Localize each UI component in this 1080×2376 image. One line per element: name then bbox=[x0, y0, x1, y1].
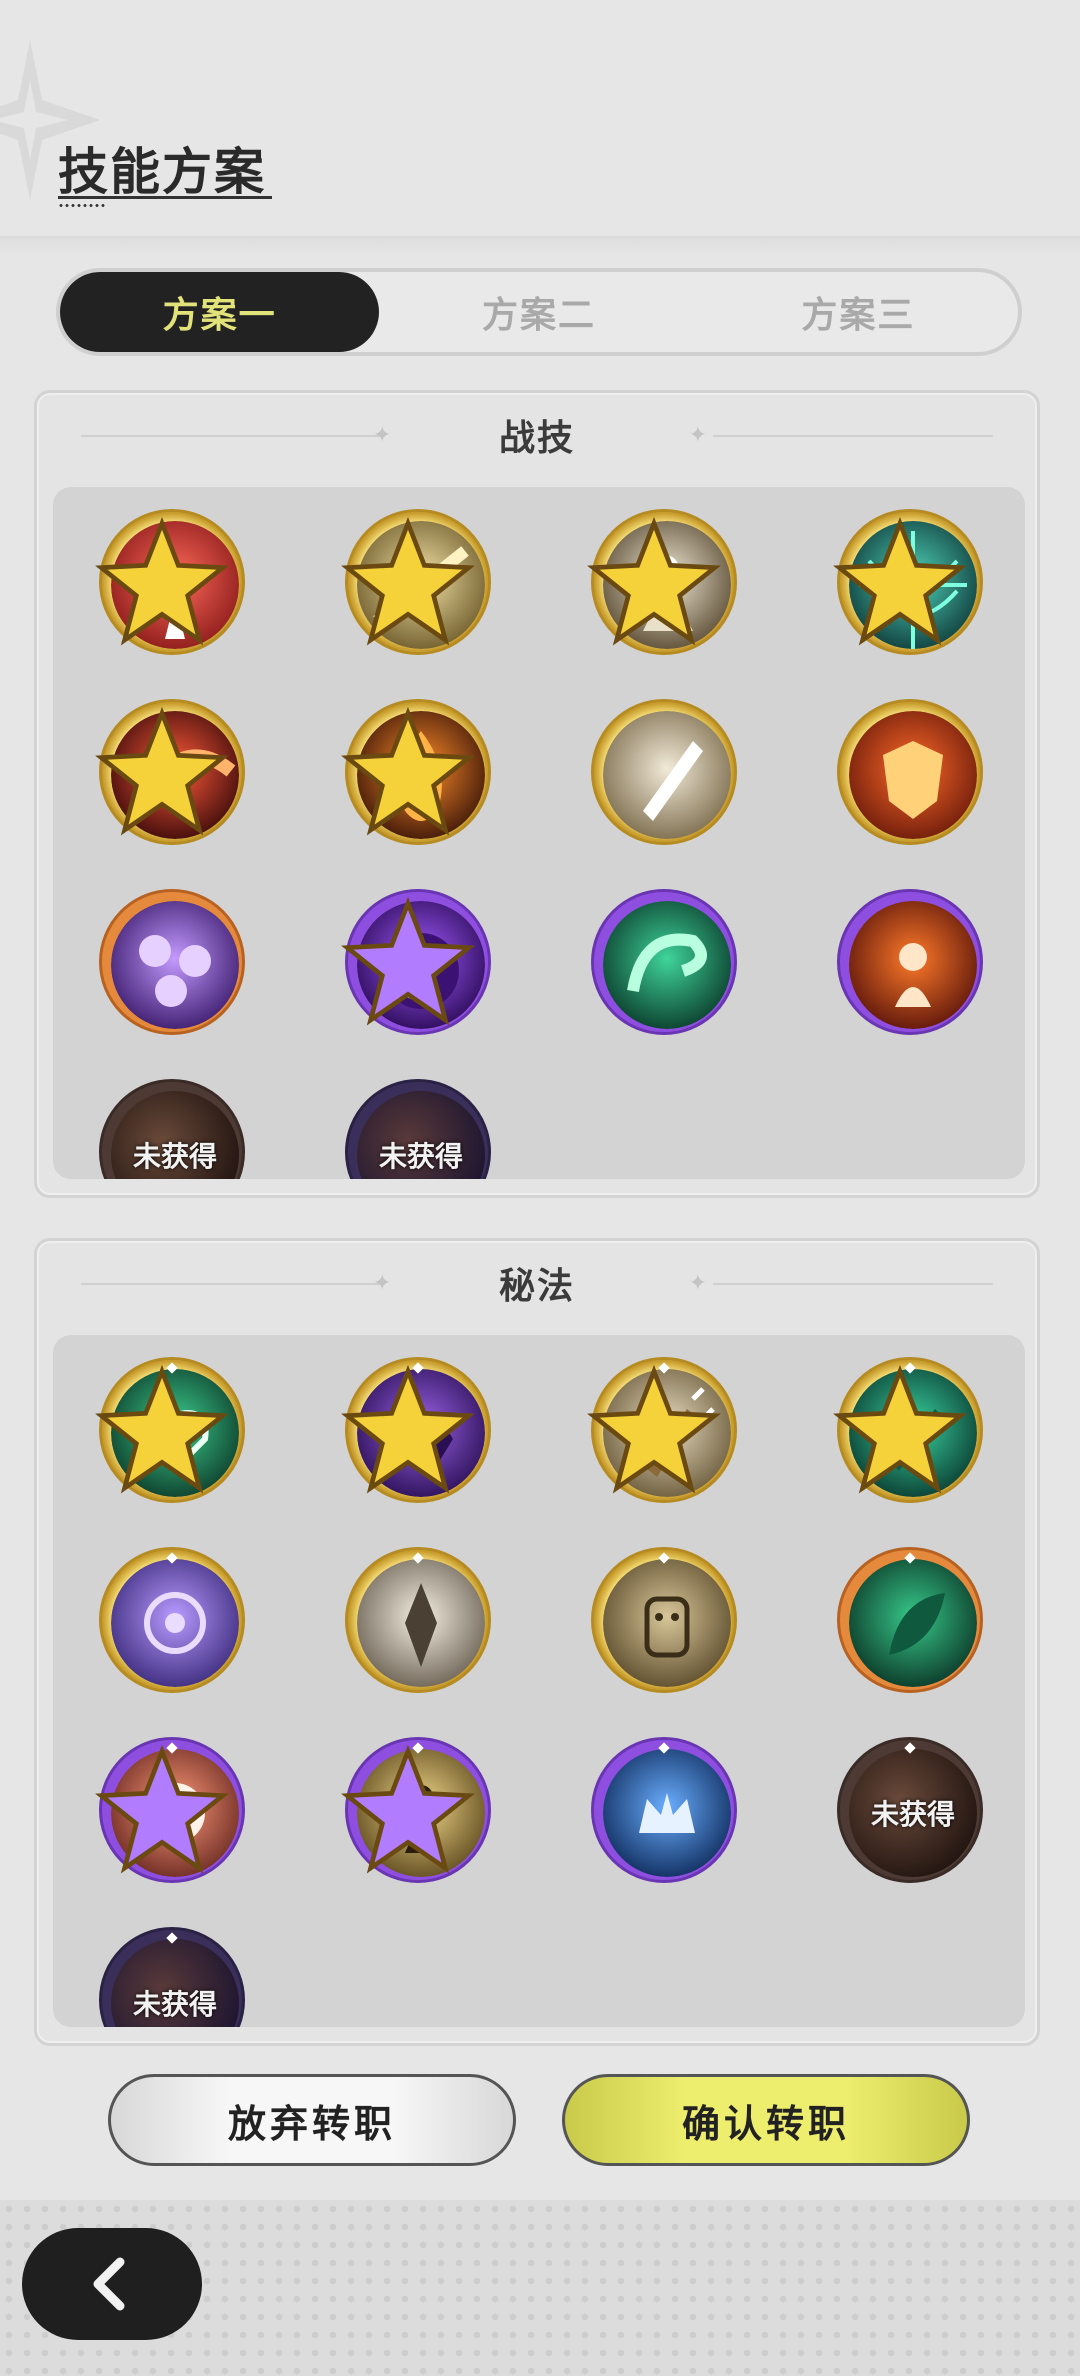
header-band bbox=[0, 236, 1080, 254]
secret-art-locked-2-icon[interactable]: 未获得 bbox=[99, 1927, 245, 2027]
secret-art-5-icon[interactable] bbox=[99, 1547, 245, 1693]
back-button[interactable] bbox=[22, 2228, 202, 2340]
page-header: 技能方案 bbox=[58, 132, 272, 207]
secret-art-11-icon[interactable] bbox=[591, 1737, 737, 1883]
header-line-right bbox=[713, 1283, 993, 1285]
locked-label: 未获得 bbox=[378, 1140, 463, 1173]
skill-icon-art bbox=[849, 711, 977, 839]
secret-panel-title: 秘法 bbox=[498, 1266, 575, 1307]
title-underline bbox=[58, 196, 272, 199]
skill-icon-art: 未获得 bbox=[849, 1749, 977, 1877]
combat-skill-11-icon[interactable] bbox=[591, 889, 737, 1035]
combat-panel-title: 战技 bbox=[498, 418, 575, 459]
combat-skill-9-icon[interactable] bbox=[99, 889, 245, 1035]
combat-skill-8-icon[interactable] bbox=[837, 699, 983, 845]
skill-icon-art: 未获得 bbox=[357, 1091, 485, 1179]
gold-star-icon bbox=[341, 1364, 475, 1494]
sparkle-icon: ✦ bbox=[373, 1271, 392, 1296]
gold-star-icon bbox=[833, 516, 967, 646]
combat-skill-10-icon[interactable] bbox=[341, 889, 491, 1035]
combat-skill-1-icon[interactable] bbox=[95, 509, 245, 655]
skill-icon-art bbox=[603, 1749, 731, 1877]
tab-plan-2[interactable]: 方案二 bbox=[379, 272, 698, 352]
secret-art-3-icon[interactable] bbox=[587, 1357, 737, 1503]
purple-star-icon bbox=[341, 896, 475, 1026]
combat-skills-panel: ✦ 战技 ✦ 未获得 未获得 bbox=[34, 390, 1040, 1198]
secret-art-7-icon[interactable] bbox=[591, 1547, 737, 1693]
gold-star-icon bbox=[587, 1364, 721, 1494]
gold-star-icon bbox=[341, 516, 475, 646]
combat-skill-locked-1-icon[interactable]: 未获得 bbox=[99, 1079, 245, 1179]
skill-icon-art: 未获得 bbox=[111, 1091, 239, 1179]
secret-art-2-icon[interactable] bbox=[341, 1357, 491, 1503]
gold-star-icon bbox=[341, 706, 475, 836]
header-line-left bbox=[81, 435, 381, 437]
gold-star-icon bbox=[95, 706, 229, 836]
locked-label: 未获得 bbox=[870, 1798, 955, 1831]
header-line-right bbox=[713, 435, 993, 437]
skill-icon-art bbox=[603, 711, 731, 839]
gold-star-icon bbox=[95, 516, 229, 646]
combat-skill-7-icon[interactable] bbox=[591, 699, 737, 845]
combat-skill-locked-2-icon[interactable]: 未获得 bbox=[345, 1079, 491, 1179]
skill-icon-art: 未获得 bbox=[111, 1939, 239, 2027]
confirm-job-change-button[interactable]: 确认转职 bbox=[562, 2074, 970, 2166]
skill-icon-art bbox=[603, 901, 731, 1029]
chevron-left-icon bbox=[93, 2257, 125, 2311]
combat-skill-3-icon[interactable] bbox=[587, 509, 737, 655]
combat-skill-12-icon[interactable] bbox=[837, 889, 983, 1035]
header-line-left bbox=[81, 1283, 381, 1285]
combat-panel-header: ✦ 战技 ✦ bbox=[37, 393, 1037, 477]
secret-art-locked-1-icon[interactable]: 未获得 bbox=[837, 1737, 983, 1883]
secret-art-1-icon[interactable] bbox=[95, 1357, 245, 1503]
secret-panel-header: ✦ 秘法 ✦ bbox=[37, 1241, 1037, 1325]
skill-icon-art bbox=[849, 1559, 977, 1687]
purple-star-icon bbox=[341, 1744, 475, 1874]
secret-arts-panel: ✦ 秘法 ✦ 未获得 未获得 bbox=[34, 1238, 1040, 2046]
combat-skills-grid: 未获得 未获得 bbox=[53, 487, 1025, 1179]
abandon-job-change-button[interactable]: 放弃转职 bbox=[108, 2074, 516, 2166]
combat-skill-5-icon[interactable] bbox=[95, 699, 245, 845]
title-dots bbox=[58, 204, 106, 207]
purple-star-icon bbox=[95, 1744, 229, 1874]
secret-art-6-icon[interactable] bbox=[345, 1547, 491, 1693]
tab-plan-1[interactable]: 方案一 bbox=[60, 272, 380, 352]
tab-plan-3[interactable]: 方案三 bbox=[699, 272, 1018, 352]
combat-skill-6-icon[interactable] bbox=[341, 699, 491, 845]
skill-icon-art bbox=[111, 1559, 239, 1687]
skill-icon-art bbox=[603, 1559, 731, 1687]
sparkle-icon: ✦ bbox=[688, 1271, 707, 1296]
secret-art-9-icon[interactable] bbox=[95, 1737, 245, 1883]
sparkle-icon: ✦ bbox=[373, 423, 392, 448]
skill-icon-art bbox=[111, 901, 239, 1029]
secret-art-4-icon[interactable] bbox=[833, 1357, 983, 1503]
combat-skill-2-icon[interactable] bbox=[341, 509, 491, 655]
locked-label: 未获得 bbox=[132, 1140, 217, 1173]
secret-art-10-icon[interactable] bbox=[341, 1737, 491, 1883]
gold-star-icon bbox=[95, 1364, 229, 1494]
sparkle-icon: ✦ bbox=[688, 423, 707, 448]
gold-star-icon bbox=[833, 1364, 967, 1494]
gold-star-icon bbox=[587, 516, 721, 646]
skill-icon-art bbox=[357, 1559, 485, 1687]
secret-arts-grid: 未获得 未获得 bbox=[53, 1335, 1025, 2027]
plan-tabs: 方案一 方案二 方案三 bbox=[56, 268, 1022, 356]
combat-skill-4-icon[interactable] bbox=[833, 509, 983, 655]
locked-label: 未获得 bbox=[132, 1988, 217, 2021]
secret-art-8-icon[interactable] bbox=[837, 1547, 983, 1693]
page-title: 技能方案 bbox=[58, 143, 266, 201]
skill-icon-art bbox=[849, 901, 977, 1029]
